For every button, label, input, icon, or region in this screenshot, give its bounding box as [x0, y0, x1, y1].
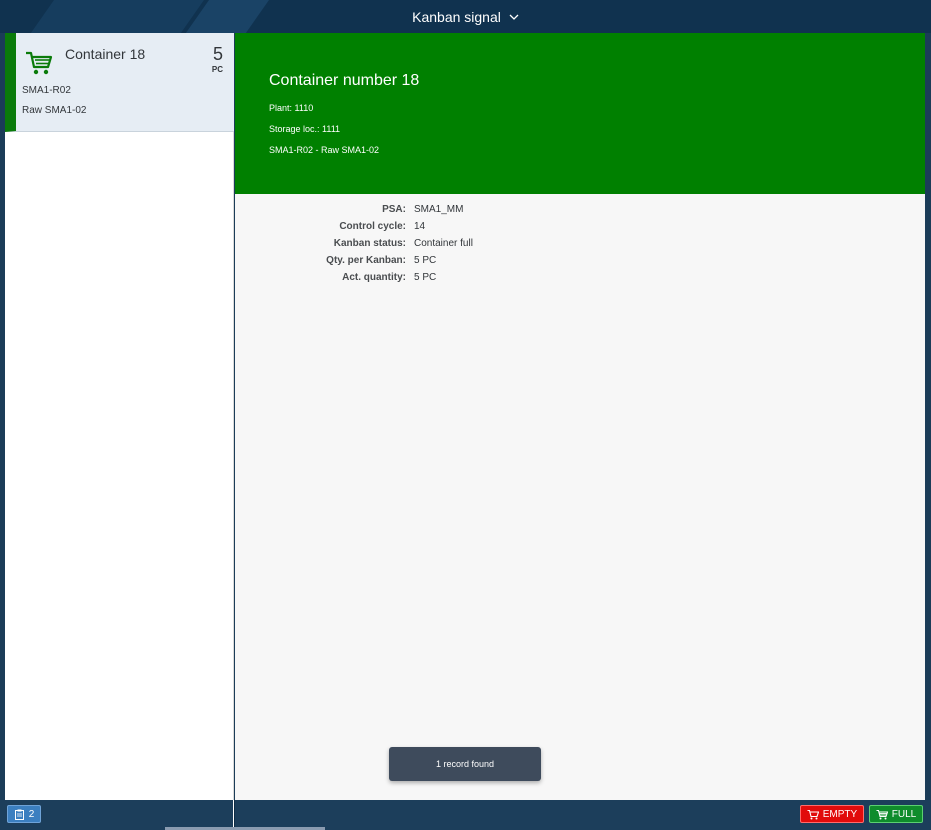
form-row-qty-per-kanban: Qty. per Kanban: 5 PC	[235, 255, 925, 272]
object-header: Container number 18 Plant: 1110 Storage …	[235, 33, 925, 194]
plant-attribute: Plant: 1110	[269, 103, 314, 113]
list-item-title: Container 18	[65, 46, 146, 62]
detail-form: PSA: SMA1_MM Control cycle: 14 Kanban st…	[235, 204, 925, 289]
message-toast: 1 record found	[389, 747, 541, 781]
record-count-button[interactable]: 2	[7, 805, 41, 823]
form-row-actual-quantity: Act. quantity: 5 PC	[235, 272, 925, 289]
record-count: 2	[28, 808, 35, 820]
form-row-kanban-status: Kanban status: Container full	[235, 238, 925, 255]
list-item-attribute: SMA1-R02	[22, 85, 71, 96]
object-title: Container number 18	[269, 72, 420, 89]
field-value: Container full	[414, 238, 473, 249]
cart-icon	[807, 809, 819, 819]
field-label: Kanban status:	[333, 238, 406, 249]
cart-icon	[876, 809, 888, 819]
field-label: Act. quantity:	[342, 272, 406, 283]
master-list: Container 18 5 PC SMA1-R02 Raw SMA1-02	[5, 33, 234, 800]
list-item-unit: PC	[211, 65, 223, 74]
field-label: Control cycle:	[339, 221, 406, 232]
form-row-control-cycle: Control cycle: 14	[235, 221, 925, 238]
app-title-menu[interactable]: Kanban signal	[0, 0, 931, 33]
detail-page: Container number 18 Plant: 1110 Storage …	[235, 33, 925, 800]
list-item-number: 5	[212, 44, 223, 64]
shell-header: Kanban signal	[0, 0, 931, 33]
field-value: 5 PC	[414, 255, 437, 266]
list-item-attribute: Raw SMA1-02	[22, 105, 87, 116]
empty-button[interactable]: EMPTY	[800, 805, 864, 823]
full-button-label: FULL	[891, 808, 917, 820]
field-value: 5 PC	[414, 272, 437, 283]
cart-icon	[26, 51, 53, 75]
chevron-down-icon	[509, 14, 519, 20]
field-value: SMA1_MM	[414, 204, 464, 215]
toast-message: 1 record found	[435, 759, 495, 769]
field-label: PSA:	[382, 204, 406, 215]
field-label: Qty. per Kanban:	[326, 255, 406, 266]
storage-location-attribute: Storage loc.: 1111	[269, 124, 341, 134]
field-value: 14	[414, 221, 426, 232]
app-title: Kanban signal	[412, 8, 501, 25]
description-attribute: SMA1-R02 - Raw SMA1-02	[269, 145, 380, 155]
empty-button-label: EMPTY	[822, 808, 858, 820]
form-row-psa: PSA: SMA1_MM	[235, 204, 925, 221]
clipboard-icon	[14, 809, 24, 820]
full-button[interactable]: FULL	[869, 805, 923, 823]
list-item-container-18[interactable]: Container 18 5 PC SMA1-R02 Raw SMA1-02	[5, 33, 234, 132]
